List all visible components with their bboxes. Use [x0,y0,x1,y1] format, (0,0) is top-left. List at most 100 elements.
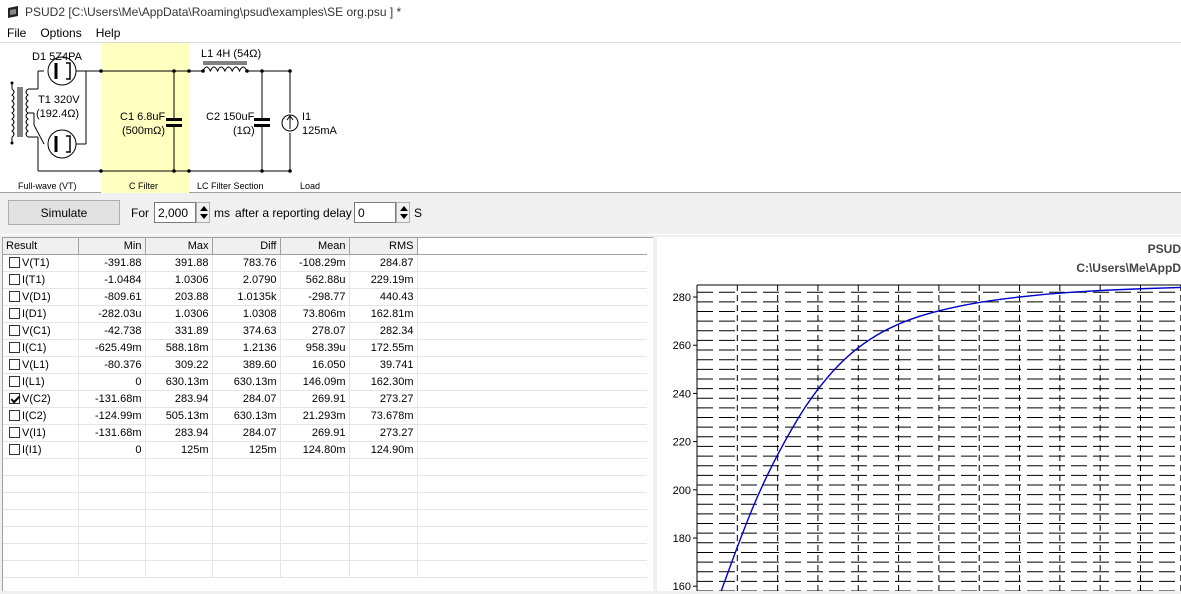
result-checkbox[interactable] [9,359,20,370]
empty-cell [78,509,145,526]
result-checkbox[interactable] [9,444,20,455]
diode-d1-bottom[interactable] [48,130,86,158]
current-source-i1[interactable] [282,115,298,131]
result-cell[interactable]: V(C1) [3,322,78,339]
window-title: PSUD2 [C:\Users\Me\AppData\Roaming\psud\… [25,5,401,19]
empty-cell [145,543,212,560]
result-cell[interactable]: V(I1) [3,424,78,441]
result-cell[interactable]: I(T1) [3,271,78,288]
result-name: I(T1) [22,274,45,286]
table-row[interactable]: V(C2)-131.68m283.94284.07269.91273.27 [3,390,647,407]
cell-min: -1.0484 [78,271,145,288]
result-cell[interactable]: I(L1) [3,373,78,390]
result-name: V(C1) [22,325,51,337]
empty-cell [145,492,212,509]
filler-cell [417,339,647,356]
table-row[interactable]: V(C1)-42.738331.89374.63278.07282.34 [3,322,647,339]
for-label: For [131,206,149,220]
table-row[interactable]: V(T1)-391.88391.88783.76-108.29m284.87 [3,254,647,271]
menu-help[interactable]: Help [89,26,128,40]
empty-cell [280,492,349,509]
transformer-symbol[interactable] [12,83,28,143]
ms-label: ms [214,206,230,220]
empty-cell [417,543,647,560]
result-cell[interactable]: I(C1) [3,339,78,356]
filler-cell [417,288,647,305]
empty-cell [349,543,417,560]
result-cell[interactable]: V(L1) [3,356,78,373]
col-diff[interactable]: Diff [212,238,280,254]
cell-rms: 162.30m [349,373,417,390]
result-checkbox[interactable] [9,393,20,404]
c2-label-2: (1Ω) [233,125,255,137]
result-checkbox[interactable] [9,274,20,285]
results-grid[interactable]: Result Min Max Diff Mean RMS V(T1)-391.8… [2,237,653,591]
result-cell[interactable]: V(D1) [3,288,78,305]
col-max[interactable]: Max [145,238,212,254]
col-min[interactable]: Min [78,238,145,254]
empty-row [3,560,647,577]
empty-cell [3,526,78,543]
col-filler [417,238,647,254]
empty-cell [212,526,280,543]
result-cell[interactable]: V(C2) [3,390,78,407]
table-row[interactable]: I(D1)-282.03u1.03061.030873.806m162.81m [3,305,647,322]
cell-rms: 73.678m [349,407,417,424]
result-checkbox[interactable] [9,376,20,387]
table-row[interactable]: I(T1)-1.04841.03062.0790562.88u229.19m [3,271,647,288]
empty-cell [280,543,349,560]
c1-label-1: C1 6.8uF [120,111,166,123]
empty-cell [145,475,212,492]
filler-cell [417,356,647,373]
i1-label-2: 125mA [302,125,338,137]
menu-file[interactable]: File [0,26,33,40]
result-cell[interactable]: I(D1) [3,305,78,322]
cell-min: 0 [78,373,145,390]
col-mean[interactable]: Mean [280,238,349,254]
table-row[interactable]: I(C2)-124.99m505.13m630.13m21.293m73.678… [3,407,647,424]
table-row[interactable]: V(L1)-80.376309.22389.6016.05039.741 [3,356,647,373]
cell-min: -809.61 [78,288,145,305]
cell-diff: 2.0790 [212,271,280,288]
result-checkbox[interactable] [9,427,20,438]
result-checkbox[interactable] [9,308,20,319]
y-tick-label: 240 [673,388,691,400]
result-name: V(T1) [22,257,50,269]
t1-label-2: (192.4Ω) [36,108,79,120]
empty-cell [3,543,78,560]
result-cell[interactable]: I(I1) [3,441,78,458]
cell-rms: 440.43 [349,288,417,305]
empty-cell [78,475,145,492]
duration-spinner[interactable] [196,202,210,223]
table-row[interactable]: I(I1)0125m125m124.80m124.90m [3,441,647,458]
table-row[interactable]: I(L1)0630.13m630.13m146.09m162.30m [3,373,647,390]
result-checkbox[interactable] [9,325,20,336]
col-rms[interactable]: RMS [349,238,417,254]
result-cell[interactable]: V(T1) [3,254,78,271]
circuit-diagram: D1 5Z4PA T1 320V (192.4Ω) C1 6.8uF (500m… [0,43,1181,193]
cell-rms: 124.90m [349,441,417,458]
capacitor-c2[interactable] [254,118,270,127]
result-checkbox[interactable] [9,291,20,302]
simulate-button[interactable]: Simulate [8,200,120,225]
col-result[interactable]: Result [3,238,78,254]
empty-cell [417,475,647,492]
empty-row [3,509,647,526]
table-row[interactable]: I(C1)-625.49m588.18m1.2136958.39u172.55m [3,339,647,356]
empty-cell [349,509,417,526]
cell-rms: 273.27 [349,424,417,441]
menu-options[interactable]: Options [33,26,88,40]
result-cell[interactable]: I(C2) [3,407,78,424]
result-checkbox[interactable] [9,410,20,421]
spin-up-icon [400,206,408,211]
cell-mean: 269.91 [280,424,349,441]
delay-input[interactable]: 0 [354,202,396,223]
duration-input[interactable]: 2,000 [154,202,196,223]
delay-spinner[interactable] [396,202,410,223]
table-row[interactable]: V(D1)-809.61203.881.0135k-298.77440.43 [3,288,647,305]
result-checkbox[interactable] [9,342,20,353]
cell-max: 1.0306 [145,305,212,322]
result-checkbox[interactable] [9,257,20,268]
cell-max: 391.88 [145,254,212,271]
table-row[interactable]: V(I1)-131.68m283.94284.07269.91273.27 [3,424,647,441]
